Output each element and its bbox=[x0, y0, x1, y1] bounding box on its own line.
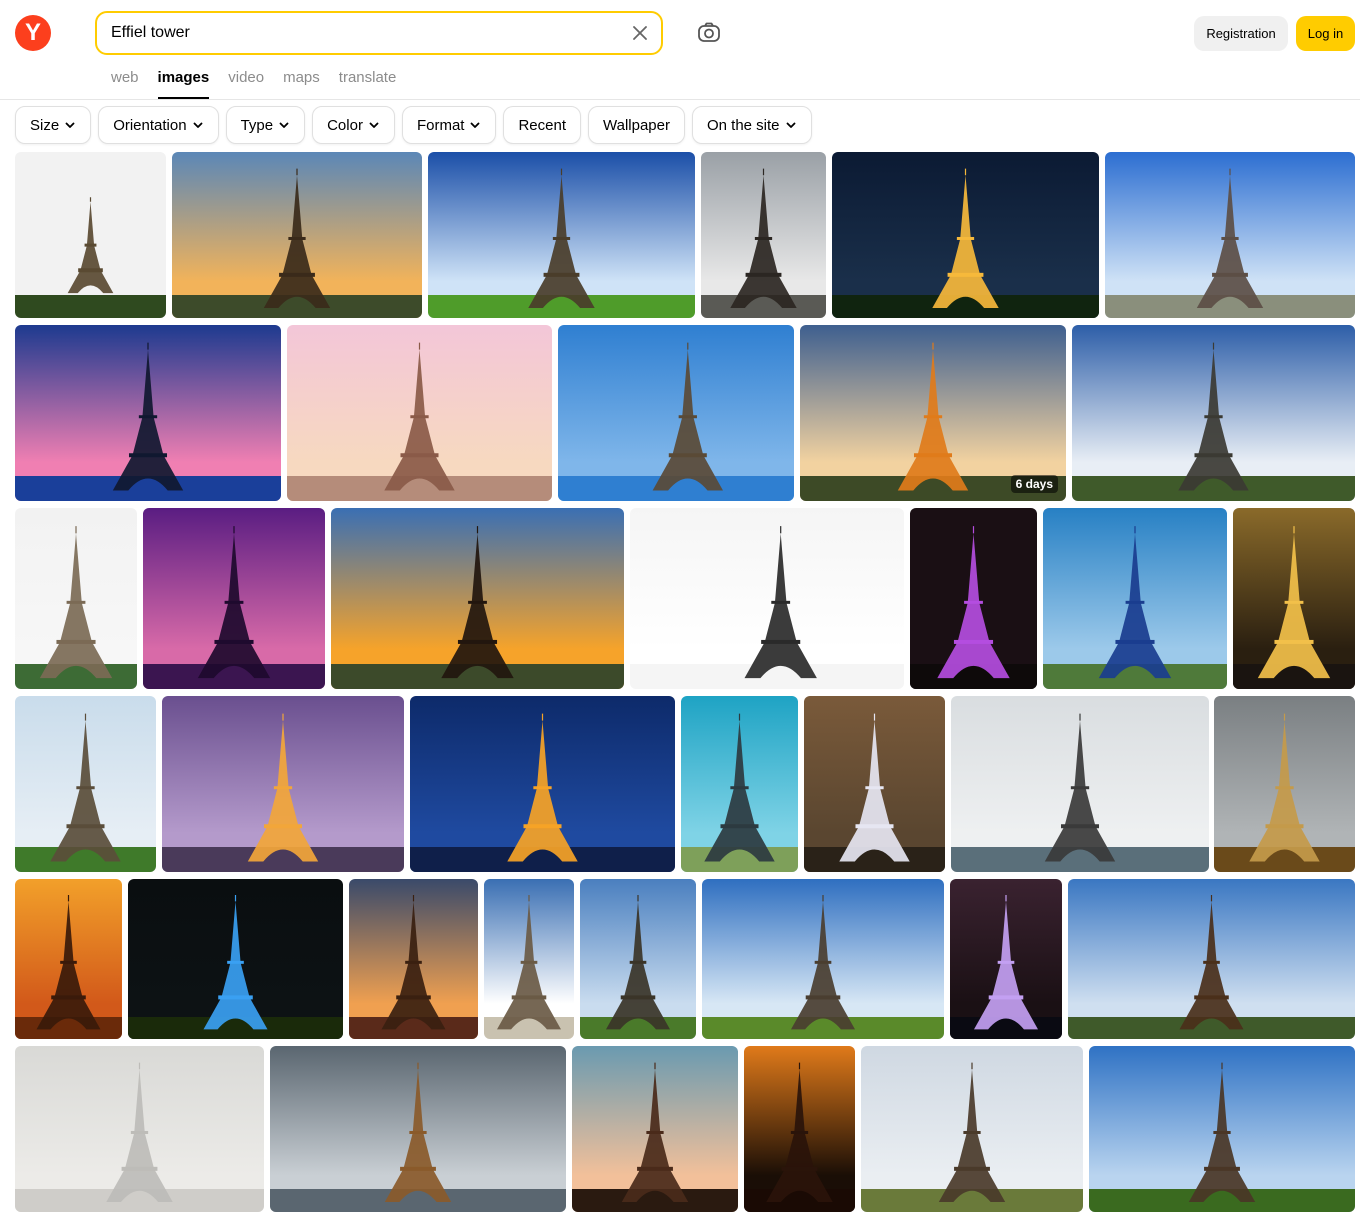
image-result-low-angle[interactable] bbox=[558, 325, 794, 501]
filter-bar: Size Orientation Type Color Format Recent Wall… bbox=[15, 106, 812, 144]
yandex-logo[interactable]: Y bbox=[15, 15, 51, 51]
filter-label: Recent bbox=[518, 116, 566, 134]
image-result-hdr-clouds[interactable] bbox=[1072, 325, 1355, 501]
camera-search-icon[interactable] bbox=[696, 20, 722, 46]
tab-web[interactable]: web bbox=[111, 69, 139, 99]
image-result-park-afternoon[interactable] bbox=[580, 879, 696, 1039]
image-result-bw-low[interactable] bbox=[630, 508, 904, 689]
image-result-under-tower[interactable] bbox=[484, 879, 574, 1039]
registration-button[interactable]: Registration bbox=[1194, 16, 1288, 51]
image-result-violet-plaza[interactable] bbox=[162, 696, 404, 872]
chevron-down-icon bbox=[65, 122, 75, 128]
tab-translate[interactable]: translate bbox=[339, 69, 397, 99]
image-result-pink-city[interactable] bbox=[287, 325, 552, 501]
image-result-fog[interactable] bbox=[15, 1046, 264, 1212]
search-input[interactable] bbox=[111, 21, 611, 45]
login-button[interactable]: Log in bbox=[1296, 16, 1355, 51]
image-result-picnic[interactable] bbox=[15, 696, 156, 872]
chevron-down-icon bbox=[193, 122, 202, 128]
image-result-golden-sunset[interactable] bbox=[331, 508, 624, 689]
filter-orientation[interactable]: Orientation bbox=[98, 106, 219, 144]
filter-label: Type bbox=[240, 116, 274, 134]
image-results-grid: 6 days bbox=[0, 0, 1360, 1217]
chevron-down-icon bbox=[786, 122, 795, 128]
image-result-clouds-lawn[interactable] bbox=[428, 152, 695, 318]
filter-format[interactable]: Format bbox=[401, 106, 497, 144]
filter-label: Orientation bbox=[113, 116, 187, 134]
image-result-cherry-blossom[interactable] bbox=[1043, 508, 1227, 689]
filter-on-the-site[interactable]: On the site bbox=[691, 106, 812, 144]
recency-badge: 6 days bbox=[1010, 475, 1058, 493]
image-result-purple-sky[interactable] bbox=[143, 508, 325, 689]
chevron-down-icon bbox=[369, 122, 379, 128]
image-result-light-show[interactable] bbox=[804, 696, 945, 872]
image-result-bronze-arch[interactable] bbox=[270, 1046, 566, 1212]
image-result-leaf-frame[interactable] bbox=[572, 1046, 738, 1212]
image-result-green-park[interactable] bbox=[1089, 1046, 1355, 1212]
tab-maps[interactable]: maps bbox=[283, 69, 320, 99]
filter-label: Size bbox=[30, 116, 60, 134]
image-result-two-men[interactable] bbox=[861, 1046, 1083, 1212]
image-result-lawn-clouds[interactable] bbox=[702, 879, 944, 1039]
tab-images[interactable]: images bbox=[157, 69, 209, 99]
image-result-white[interactable] bbox=[15, 152, 166, 318]
filter-type[interactable]: Type bbox=[225, 106, 306, 144]
image-result-rooftops[interactable] bbox=[349, 879, 478, 1039]
image-result-purple-night[interactable] bbox=[910, 508, 1037, 689]
image-result-paris-night[interactable] bbox=[410, 696, 675, 872]
image-result-purple-lit[interactable] bbox=[950, 879, 1062, 1039]
image-result-teal-sky[interactable] bbox=[681, 696, 798, 872]
image-result-river-columns[interactable] bbox=[951, 696, 1209, 872]
filter-recent[interactable]: Recent bbox=[503, 106, 581, 144]
filter-label: Format bbox=[416, 116, 465, 134]
filter-size[interactable]: Size bbox=[15, 106, 92, 144]
search-box bbox=[95, 11, 663, 55]
tab-video[interactable]: video bbox=[228, 69, 264, 99]
image-result-contrails[interactable] bbox=[1068, 879, 1355, 1039]
image-result-sunset-trees[interactable] bbox=[172, 152, 422, 318]
image-result-spring-tree[interactable] bbox=[15, 508, 137, 689]
filter-label: On the site bbox=[706, 116, 780, 134]
clear-search-icon[interactable] bbox=[629, 22, 651, 44]
filter-label: Color bbox=[327, 116, 363, 134]
header: Y web images video maps translate Registrati… bbox=[0, 0, 1360, 100]
image-result-orange-clouds[interactable]: 6 days bbox=[800, 325, 1066, 501]
filter-wallpaper[interactable]: Wallpaper bbox=[588, 106, 685, 144]
filter-label: Wallpaper bbox=[603, 116, 670, 134]
image-result-gold-night[interactable] bbox=[1233, 508, 1355, 689]
chevron-down-icon bbox=[471, 122, 480, 128]
image-result-blue-sky[interactable] bbox=[1105, 152, 1355, 318]
search-tabs: web images video maps translate bbox=[111, 69, 396, 99]
filter-color[interactable]: Color bbox=[312, 106, 395, 144]
image-result-gray-clouds[interactable] bbox=[701, 152, 826, 318]
chevron-down-icon bbox=[279, 122, 289, 128]
image-result-blue-lit[interactable] bbox=[128, 879, 343, 1039]
image-result-rainbow[interactable] bbox=[1214, 696, 1355, 872]
image-result-dark-orange[interactable] bbox=[744, 1046, 855, 1212]
image-result-quote-orange[interactable] bbox=[15, 879, 122, 1039]
image-result-blue-dusk[interactable] bbox=[15, 325, 281, 501]
image-result-night-lit[interactable] bbox=[832, 152, 1099, 318]
